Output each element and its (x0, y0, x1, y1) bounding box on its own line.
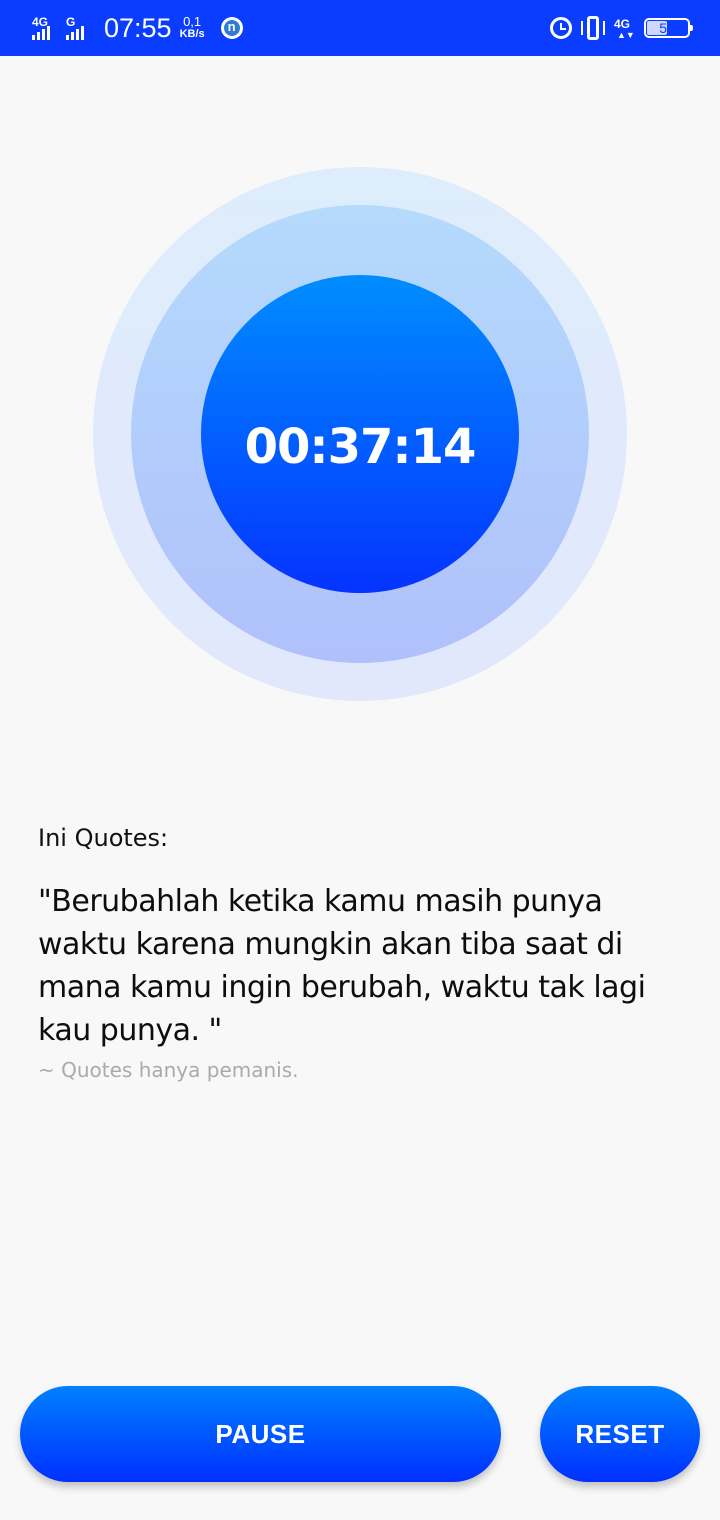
battery-icon: 50 (644, 18, 693, 38)
status-bar-left: 4G G 07:55 0,1 KB/s n (32, 0, 243, 56)
mobile-data-label: 4G (614, 17, 631, 31)
status-bar: 4G G 07:55 0,1 KB/s n 4G ▲▼ 50 (0, 0, 720, 56)
notification-app-icon: n (220, 17, 243, 39)
quote-source: ~ Quotes hanya pemanis. (38, 1058, 299, 1082)
status-bar-right: 4G ▲▼ 50 (550, 0, 693, 56)
mobile-data-icon: 4G ▲▼ (614, 17, 635, 40)
network-speed: 0,1 KB/s (180, 15, 205, 41)
timer-display: 00:37:14 (244, 419, 477, 475)
timer-circle: 00:37:14 (201, 275, 519, 593)
reset-button[interactable]: RESET (540, 1386, 700, 1482)
vibrate-icon (580, 16, 606, 40)
quote-text: "Berubahlah ketika kamu masih punya wakt… (38, 884, 646, 1048)
pause-button[interactable]: PAUSE (20, 1386, 501, 1482)
signal-icon: 4G (32, 12, 62, 44)
status-clock: 07:55 (104, 12, 172, 43)
network-speed-unit: KB/s (179, 28, 205, 40)
battery-level: 50 (659, 20, 675, 36)
signal-icon: G (66, 12, 96, 44)
network-speed-value: 0,1 (183, 14, 202, 29)
quote-heading: Ini Quotes: (38, 824, 169, 852)
notification-app-letter: n (227, 19, 236, 34)
alarm-icon (550, 17, 572, 39)
